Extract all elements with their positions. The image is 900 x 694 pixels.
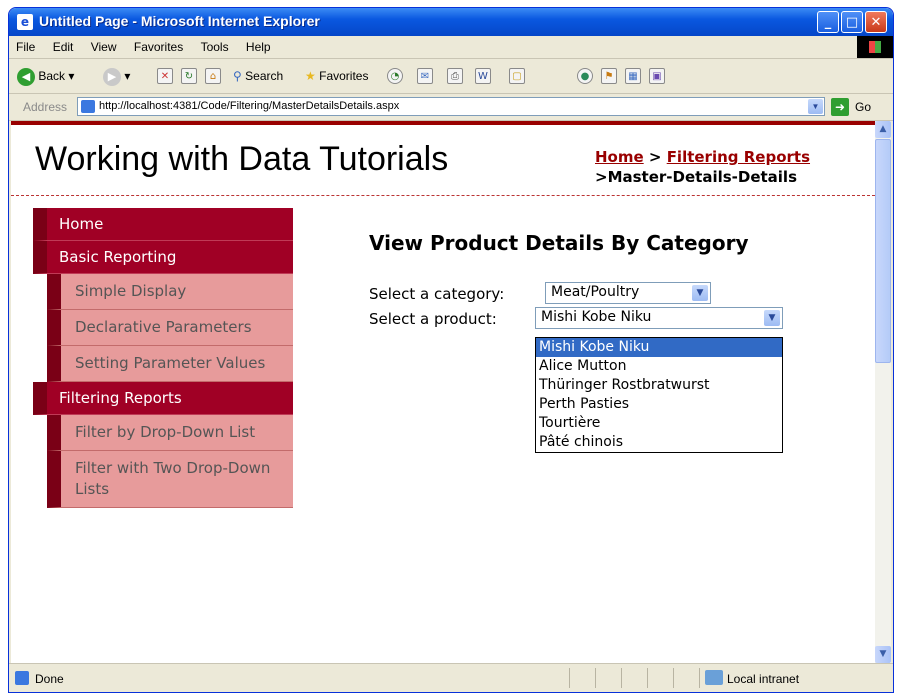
maximize-button[interactable]: □ [841,11,863,33]
sidebar-item-filtering-reports[interactable]: Filtering Reports [33,382,293,415]
product-option[interactable]: Perth Pasties [536,395,782,414]
discuss-icon[interactable]: ▢ [509,68,525,84]
ie-icon: e [17,14,33,30]
chevron-down-icon[interactable]: ▼ [764,310,780,326]
print-icon[interactable]: ⎙ [447,68,463,84]
status-divider [647,668,648,688]
title-bar[interactable]: e Untitled Page - Microsoft Internet Exp… [9,8,893,36]
chevron-down-icon[interactable]: ▼ [692,285,708,301]
page-icon [15,671,29,685]
forward-arrow-icon: ▶ [103,67,121,86]
back-button[interactable]: ◀ Back ▾ [17,67,74,86]
toolbar: ◀ Back ▾ ▶ ▾ ✕ ↻ ⌂ ⚲ Search ★ Favorites … [9,59,893,94]
tools-icon[interactable]: ▦ [625,68,641,84]
menu-view[interactable]: View [84,36,124,58]
sidebar-item-home[interactable]: Home [33,208,293,241]
breadcrumb-filtering-link[interactable]: Filtering Reports [667,148,810,166]
breadcrumb-separator: > [595,168,608,186]
windows-logo-icon [857,36,893,58]
sidebar-item-basic-reporting[interactable]: Basic Reporting [33,241,293,274]
browser-window: e Untitled Page - Microsoft Internet Exp… [8,7,894,693]
scrollbar-thumb[interactable] [875,139,891,363]
sidebar-item-filter-by-drop-down-list[interactable]: Filter by Drop-Down List [47,415,293,451]
back-label: Back [38,69,66,83]
forward-button[interactable]: ▶ ▾ [103,67,130,86]
refresh-icon[interactable]: ↻ [181,68,197,84]
menu-edit[interactable]: Edit [46,36,81,58]
messenger-icon[interactable]: ● [577,68,593,84]
product-option[interactable]: Alice Mutton [536,357,782,376]
favorites-button[interactable]: ★ Favorites [305,67,368,85]
vertical-scrollbar[interactable]: ▲ ▼ [875,121,891,663]
intranet-icon [705,670,723,685]
address-url: http://localhost:4381/Code/Filtering/Mas… [99,100,400,112]
site-title: Working with Data Tutorials [35,140,449,178]
status-text: Done [35,672,64,686]
home-icon[interactable]: ⌂ [205,68,221,84]
mail-icon[interactable]: ✉ [417,68,433,84]
header-divider [11,195,875,196]
address-bar: Address http://localhost:4381/Code/Filte… [9,94,893,121]
product-option[interactable]: Thüringer Rostbratwurst [536,376,782,395]
star-icon: ★ [305,69,316,83]
stop-icon[interactable]: ✕ [157,68,173,84]
address-input[interactable]: http://localhost:4381/Code/Filtering/Mas… [77,97,825,116]
status-bar: Done Local intranet [9,663,893,692]
category-label: Select a category: [369,285,505,303]
security-zone: Local intranet [727,672,800,686]
product-option[interactable]: Pâté chinois [536,433,782,452]
extra-icon[interactable]: ▣ [649,68,665,84]
research-icon[interactable]: ⚑ [601,68,617,84]
scroll-down-icon[interactable]: ▼ [875,646,891,663]
menu-favorites[interactable]: Favorites [127,36,190,58]
breadcrumb-current: Master-Details-Details [607,168,798,186]
close-button[interactable]: ✕ [865,11,887,33]
product-select[interactable]: Mishi Kobe Niku ▼ [535,307,783,329]
sidebar-menu: Home Basic Reporting Simple Display Decl… [33,208,293,508]
status-divider [699,668,700,688]
edit-icon[interactable]: W [475,68,491,84]
back-arrow-icon: ◀ [17,67,35,86]
status-divider [673,668,674,688]
sidebar-item-simple-display[interactable]: Simple Display [47,274,293,310]
breadcrumb-separator: > [643,148,667,166]
search-button[interactable]: ⚲ Search [233,67,283,85]
favorites-label: Favorites [319,69,369,83]
menu-help[interactable]: Help [239,36,278,58]
status-divider [621,668,622,688]
search-icon: ⚲ [233,69,242,83]
page-heading: View Product Details By Category [369,231,749,255]
product-option[interactable]: Mishi Kobe Niku [536,338,782,357]
search-label: Search [245,69,284,83]
scroll-up-icon[interactable]: ▲ [875,121,891,138]
breadcrumb: Home > Filtering Reports >Master-Details… [595,147,810,187]
category-select[interactable]: Meat/Poultry ▼ [545,282,711,304]
chevron-down-icon[interactable]: ▼ [808,99,823,114]
product-value: Mishi Kobe Niku [541,309,652,325]
sidebar-item-declarative-parameters[interactable]: Declarative Parameters [47,310,293,346]
go-button[interactable]: Go [855,100,871,114]
status-divider [595,668,596,688]
window-title: Untitled Page - Microsoft Internet Explo… [39,13,320,29]
menu-tools[interactable]: Tools [194,36,236,58]
page-content: Working with Data Tutorials Home > Filte… [11,121,875,663]
product-label: Select a product: [369,310,497,328]
page-icon [81,100,95,113]
product-option[interactable]: Tourtière [536,414,782,433]
category-value: Meat/Poultry [551,284,640,300]
breadcrumb-home-link[interactable]: Home [595,148,644,166]
address-label: Address [23,100,68,114]
sidebar-item-setting-parameter-values[interactable]: Setting Parameter Values [47,346,293,382]
go-arrow-icon[interactable]: ➜ [831,98,849,116]
minimize-button[interactable]: _ [817,11,839,33]
sidebar-item-filter-with-two-drop-down-lists[interactable]: Filter with Two Drop-Down Lists [47,451,293,508]
product-dropdown-list: Mishi Kobe Niku Alice Mutton Thüringer R… [535,337,783,453]
history-icon[interactable]: ◔ [387,68,403,84]
menu-bar: File Edit View Favorites Tools Help [9,36,893,59]
menu-file[interactable]: File [9,36,42,58]
status-divider [569,668,570,688]
